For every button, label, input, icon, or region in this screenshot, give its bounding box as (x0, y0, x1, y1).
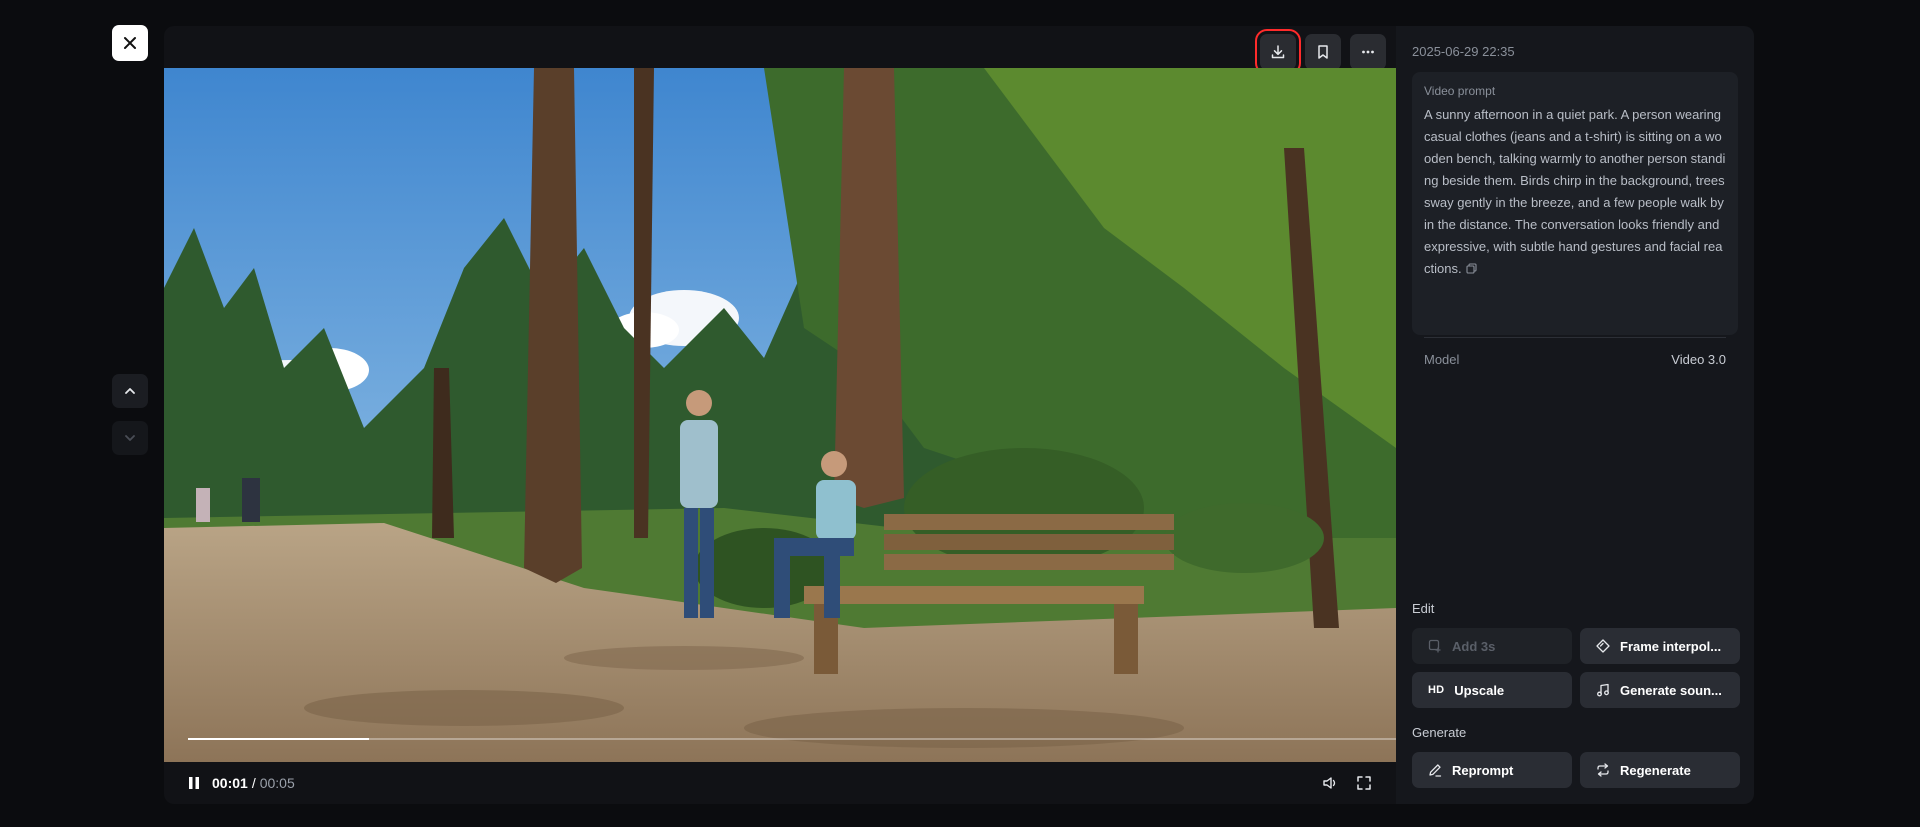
prompt-divider (1424, 337, 1726, 338)
time-separator: / (251, 775, 256, 791)
more-icon (1362, 50, 1374, 54)
hd-icon: HD (1428, 684, 1445, 696)
model-row: Model Video 3.0 (1424, 352, 1726, 367)
video-player[interactable] (164, 68, 1396, 762)
model-label: Model (1424, 352, 1460, 367)
bookmark-icon (1318, 45, 1328, 59)
upscale-button[interactable]: HD Upscale (1412, 672, 1572, 708)
video-controls: 00:01 / 00:05 (164, 762, 1396, 804)
pause-button[interactable] (188, 776, 200, 790)
prompt-text-content: A sunny afternoon in a quiet park. A per… (1424, 107, 1726, 276)
progress-bar[interactable] (188, 738, 1396, 740)
download-button[interactable] (1255, 29, 1301, 75)
music-note-icon (1597, 683, 1609, 697)
volume-icon (1323, 777, 1336, 789)
fullscreen-button[interactable] (1356, 775, 1372, 791)
current-time: 00:01 (212, 775, 248, 791)
frame-interpolation-icon (1596, 639, 1610, 653)
video-actions (1255, 29, 1386, 75)
total-time: 00:05 (259, 775, 295, 791)
reprompt-label: Reprompt (1452, 762, 1514, 778)
copy-prompt-button[interactable] (1466, 259, 1477, 281)
upscale-label: Upscale (1454, 682, 1505, 698)
edit-section-title: Edit (1412, 601, 1435, 616)
generate-sound-button[interactable]: Generate soun... (1580, 672, 1740, 708)
frame-interpolation-label: Frame interpol... (1620, 638, 1722, 654)
generate-section-title: Generate (1412, 725, 1467, 740)
generate-sound-label: Generate soun... (1620, 682, 1722, 698)
download-icon (1271, 45, 1285, 59)
previous-button[interactable] (112, 374, 148, 408)
frame-interpolation-button[interactable]: Frame interpol... (1580, 628, 1740, 664)
progress-fill (188, 738, 370, 740)
reprompt-button[interactable]: Reprompt (1412, 752, 1572, 788)
add-3s-label: Add 3s (1452, 638, 1496, 654)
pause-icon (189, 777, 199, 789)
details-panel: 2025-06-29 22:35 Video prompt A sunny af… (1396, 26, 1754, 804)
created-date: 2025-06-29 22:35 (1412, 44, 1515, 59)
copy-icon (1466, 263, 1477, 274)
more-options-button[interactable] (1350, 34, 1386, 70)
prompt-text: A sunny afternoon in a quiet park. A per… (1424, 104, 1726, 281)
regenerate-label: Regenerate (1620, 762, 1691, 778)
repeat-icon (1597, 763, 1609, 777)
prompt-label: Video prompt (1424, 84, 1496, 98)
close-icon (124, 37, 136, 49)
next-button[interactable] (112, 421, 148, 455)
volume-button[interactable] (1322, 775, 1338, 791)
fullscreen-icon (1357, 776, 1371, 790)
pencil-icon (1429, 764, 1442, 777)
regenerate-button[interactable]: Regenerate (1580, 752, 1740, 788)
add-clip-icon (1428, 639, 1441, 653)
close-button[interactable] (112, 25, 148, 61)
prompt-card: Video prompt A sunny afternoon in a quie… (1412, 72, 1738, 367)
chevron-down-icon (125, 435, 135, 441)
video-viewer: 00:01 / 00:05 2025-06-29 22:35 Video pro… (0, 0, 1920, 827)
bookmark-button[interactable] (1305, 34, 1341, 70)
add-3s-button[interactable]: Add 3s (1412, 628, 1572, 664)
chevron-up-icon (125, 388, 135, 394)
video-frame-image (164, 68, 1396, 762)
model-value: Video 3.0 (1671, 352, 1726, 367)
